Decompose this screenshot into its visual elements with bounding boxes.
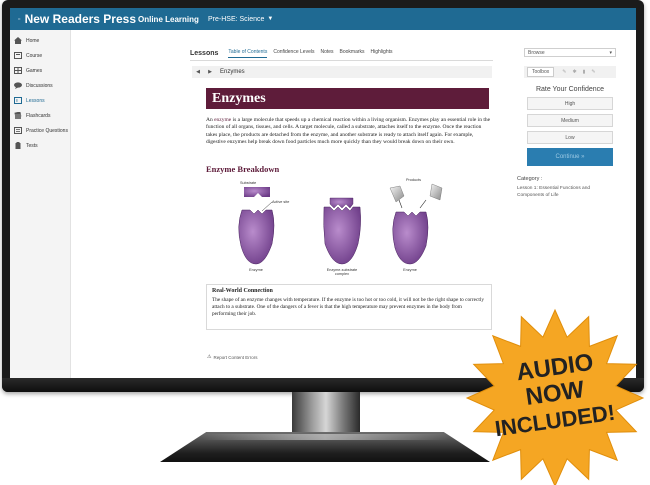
games-icon (14, 67, 22, 74)
substrate-shape (244, 187, 270, 197)
real-world-connection-text: The shape of an enzyme changes with temp… (212, 297, 484, 318)
sidebar-item-discussions[interactable]: Discussions (10, 78, 70, 93)
report-label: Report Content Errors (213, 354, 258, 360)
sidebar-item-label: Home (26, 37, 40, 44)
lessons-title: Lessons (190, 49, 219, 57)
chevron-down-icon: ▾ (609, 49, 612, 56)
label-enzyme-2: Enzyme (403, 268, 417, 272)
tab-highlights[interactable]: Highlights (371, 49, 393, 57)
tab-divider (190, 60, 493, 61)
complex-shape (323, 206, 361, 265)
confidence-high-button[interactable]: High (527, 97, 613, 110)
intro-text-start: An (206, 117, 215, 123)
lesson-heading: Enzymes (206, 88, 489, 109)
category-label: Category : (517, 176, 543, 182)
tab-notes[interactable]: Notes (320, 49, 333, 57)
discussions-icon (14, 82, 22, 89)
home-icon (14, 37, 22, 44)
tab-table-of-contents[interactable]: Table of Contents (228, 49, 268, 58)
audio-promo-badge: AUDIO NOW INCLUDED! (460, 300, 650, 485)
pencil-icon[interactable]: ✎ (591, 69, 595, 75)
confidence-low-button[interactable]: Low (527, 131, 613, 144)
product-shape-right (429, 183, 443, 201)
tab-confidence-levels[interactable]: Confidence Levels (273, 49, 314, 57)
section-heading: Enzyme Breakdown (206, 164, 280, 174)
caret-down-icon: ▼ (267, 16, 274, 22)
enzyme-diagram-graphic (238, 183, 443, 265)
pin-icon[interactable]: ✱ (572, 69, 576, 75)
sidebar-item-lessons[interactable]: Lessons (10, 93, 70, 108)
continue-button[interactable]: Continue » (527, 148, 613, 166)
previous-arrow-icon[interactable]: ◀ (192, 69, 204, 75)
course-level-label: Pre-HSE: Science (208, 15, 265, 23)
course-icon (14, 52, 22, 59)
monitor-stand-neck (292, 392, 360, 436)
label-enzyme-substrate-complex: Enzyme-substrate complex (326, 268, 358, 276)
stand-highlight (200, 434, 450, 440)
label-substrate: Substrate (240, 181, 257, 185)
real-world-connection-title: Real-World Connection (212, 288, 273, 294)
toolbox-bar: Toolbox ✎ ✱ ▮ ✎ (524, 66, 616, 78)
label-products: Products (406, 178, 421, 182)
nav-online-learning[interactable]: Online Learning (138, 15, 208, 24)
sidebar-item-label: Practice Questions (26, 127, 68, 134)
bound-substrate (329, 197, 354, 209)
lesson-tab-bar: Lessons Table of Contents Confidence Lev… (190, 46, 490, 60)
enzyme-shape-3 (392, 211, 429, 265)
brand-logo[interactable]: New Readers Press (10, 12, 136, 26)
enzyme-shape-1 (238, 209, 275, 265)
sidebar-item-course[interactable]: Course (10, 48, 70, 63)
browse-select[interactable]: Browse ▾ (524, 48, 616, 57)
highlighter-icon[interactable]: ✎ (562, 69, 566, 75)
sidebar-item-label: Flashcards (26, 112, 51, 119)
product-shape-left (389, 185, 405, 203)
sidebar-item-label: Lessons (26, 97, 45, 104)
intro-paragraph: An enzyme is a large molecule that speed… (206, 117, 492, 147)
top-bar: New Readers Press Online Learning Pre-HS… (10, 8, 636, 30)
tab-bookmarks[interactable]: Bookmarks (340, 49, 365, 57)
warning-icon: ⚠ (207, 354, 212, 360)
content-nav-bar: ◀ ▶ Enzymes (192, 66, 492, 78)
tests-icon (15, 142, 21, 149)
sidebar: Home Course Games Discussions Lessons Fl… (10, 30, 71, 380)
toolbox-button[interactable]: Toolbox (527, 67, 555, 77)
label-active-site: Active site (272, 200, 290, 204)
report-content-errors-link[interactable]: ⚠ Report Content Errors (207, 354, 258, 360)
sidebar-item-flashcards[interactable]: Flashcards (10, 108, 70, 123)
course-level-dropdown[interactable]: Pre-HSE: Science ▼ (208, 16, 273, 23)
label-enzyme-1: Enzyme (249, 268, 263, 272)
current-topic: Enzymes (220, 69, 245, 75)
intro-text-rest: is a large molecule that speeds up a che… (206, 117, 491, 146)
notes-icon[interactable]: ▮ (583, 69, 586, 75)
flashcards-icon (14, 112, 22, 119)
category-value: Lesson 1: Essential Functions and Compon… (517, 186, 591, 198)
next-arrow-icon[interactable]: ▶ (204, 69, 216, 75)
reader-logo-icon (18, 18, 21, 20)
sidebar-item-games[interactable]: Games (10, 63, 70, 78)
practice-questions-icon (14, 127, 22, 134)
lessons-icon (14, 97, 22, 104)
sidebar-item-home[interactable]: Home (10, 33, 70, 48)
sidebar-item-tests[interactable]: Tests (10, 138, 70, 153)
confidence-title: Rate Your Confidence (535, 86, 605, 93)
sidebar-item-label: Tests (26, 142, 38, 149)
sidebar-item-practice-questions[interactable]: Practice Questions (10, 123, 70, 138)
confidence-medium-button[interactable]: Medium (527, 114, 613, 127)
brand-name: New Readers Press (24, 12, 136, 26)
real-world-connection-box: Real-World Connection The shape of an en… (206, 284, 492, 330)
browse-label: Browse (528, 49, 545, 56)
sidebar-item-label: Discussions (26, 82, 53, 89)
confidence-panel: Rate Your Confidence High Medium Low Con… (517, 86, 623, 199)
glossary-term-enzyme[interactable]: enzyme (214, 117, 231, 123)
enzyme-diagram: Substrate Active site Products Enzyme En… (210, 174, 460, 282)
sidebar-item-label: Course (26, 52, 43, 59)
sidebar-item-label: Games (26, 67, 43, 74)
